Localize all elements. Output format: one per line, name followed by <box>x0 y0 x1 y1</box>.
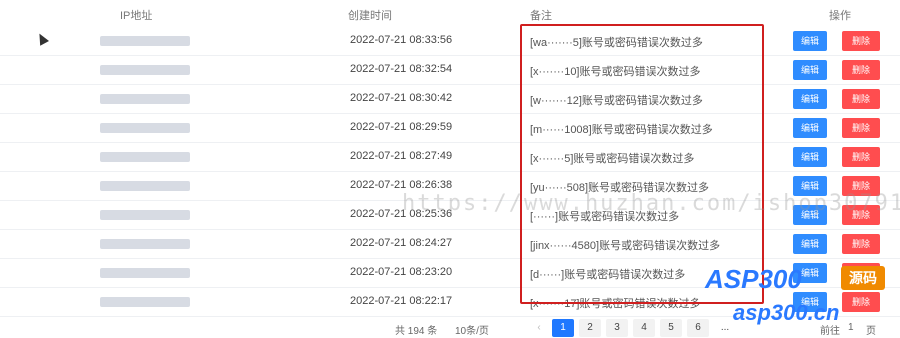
note-cell: [m······1008]账号或密码错误次数过多 <box>530 124 713 136</box>
edit-button[interactable]: 编辑 <box>793 31 827 51</box>
edit-button[interactable]: 编辑 <box>793 118 827 138</box>
ip-cell-blurred <box>100 123 190 133</box>
table-row: 2022-07-21 08:29:59 [m······1008]账号或密码错误… <box>0 113 900 143</box>
pagination-ellipsis[interactable]: ... <box>714 319 736 337</box>
note-cell: [x·······10]账号或密码错误次数过多 <box>530 66 701 78</box>
header-note: 备注 <box>530 10 552 22</box>
note-cell: [w·······12]账号或密码错误次数过多 <box>530 95 703 107</box>
header-ip: IP地址 <box>120 10 153 22</box>
page-button-2[interactable]: 2 <box>579 319 601 337</box>
pagination: 共 194 条 10条/页 ‹ 1 2 3 4 5 6 ... 前往 1 页 <box>0 319 900 337</box>
edit-button[interactable]: 编辑 <box>793 60 827 80</box>
ip-cell-blurred <box>100 152 190 162</box>
page-button-6[interactable]: 6 <box>687 319 709 337</box>
delete-button[interactable]: 删除 <box>842 60 880 80</box>
ip-cell-blurred <box>100 94 190 104</box>
table-header: IP地址 创建时间 备注 操作 <box>0 0 900 26</box>
table-row: 2022-07-21 08:30:42 [w·······12]账号或密码错误次… <box>0 84 900 114</box>
time-cell: 2022-07-21 08:23:20 <box>350 266 453 278</box>
time-cell: 2022-07-21 08:33:56 <box>350 34 453 46</box>
page-button-3[interactable]: 3 <box>606 319 628 337</box>
note-cell: [x·······17]账号或密码错误次数过多 <box>530 298 701 310</box>
page-suffix: 页 <box>866 326 876 337</box>
edit-button[interactable]: 编辑 <box>793 147 827 167</box>
time-cell: 2022-07-21 08:26:38 <box>350 179 453 191</box>
time-cell: 2022-07-21 08:29:59 <box>350 121 453 133</box>
prev-page-button[interactable]: ‹ <box>530 319 548 337</box>
time-cell: 2022-07-21 08:30:42 <box>350 92 453 104</box>
ip-cell-blurred <box>100 181 190 191</box>
edit-button[interactable]: 编辑 <box>793 89 827 109</box>
note-cell: [wa·······5]账号或密码错误次数过多 <box>530 37 703 49</box>
note-cell: [d······]账号或密码错误次数过多 <box>530 269 686 281</box>
ip-cell-blurred <box>100 268 190 278</box>
delete-button[interactable]: 删除 <box>842 292 880 312</box>
table-row: 2022-07-21 08:27:49 [x·······5]账号或密码错误次数… <box>0 142 900 172</box>
note-cell: [x·······5]账号或密码错误次数过多 <box>530 153 695 165</box>
time-cell: 2022-07-21 08:32:54 <box>350 63 453 75</box>
goto-page-input[interactable]: 1 <box>848 322 854 333</box>
time-cell: 2022-07-21 08:22:17 <box>350 295 453 307</box>
time-cell: 2022-07-21 08:27:49 <box>350 150 453 162</box>
header-operation: 操作 <box>829 10 851 22</box>
logo-tag: 源码 <box>841 266 885 290</box>
header-time: 创建时间 <box>348 10 392 22</box>
goto-label: 前往 <box>820 326 840 337</box>
note-cell: [jinx······4580]账号或密码错误次数过多 <box>530 240 721 252</box>
page-button-1[interactable]: 1 <box>552 319 574 337</box>
ip-cell-blurred <box>100 210 190 220</box>
ip-cell-blurred <box>100 297 190 307</box>
pagination-total: 共 194 条 <box>395 326 438 337</box>
logo-text: ASP300 <box>705 264 802 294</box>
watermark-url: https://www.huzhan.com/ishop30791 <box>402 191 900 216</box>
delete-button[interactable]: 删除 <box>842 31 880 51</box>
ip-cell-blurred <box>100 65 190 75</box>
delete-button[interactable]: 删除 <box>842 147 880 167</box>
page-button-5[interactable]: 5 <box>660 319 682 337</box>
ip-cell-blurred <box>100 36 190 46</box>
edit-button[interactable]: 编辑 <box>793 234 827 254</box>
page-button-4[interactable]: 4 <box>633 319 655 337</box>
time-cell: 2022-07-21 08:24:27 <box>350 237 453 249</box>
delete-button[interactable]: 删除 <box>842 89 880 109</box>
table-row: 2022-07-21 08:24:27 [jinx······4580]账号或密… <box>0 229 900 259</box>
asp300-logo: ASP300 源码 <box>705 264 885 294</box>
delete-button[interactable]: 删除 <box>842 118 880 138</box>
delete-button[interactable]: 删除 <box>842 234 880 254</box>
page-size-select[interactable]: 10条/页 <box>455 322 489 337</box>
table-row: 2022-07-21 08:32:54 [x·······10]账号或密码错误次… <box>0 55 900 85</box>
ip-cell-blurred <box>100 239 190 249</box>
table-row: 2022-07-21 08:33:56 [wa·······5]账号或密码错误次… <box>0 26 900 56</box>
